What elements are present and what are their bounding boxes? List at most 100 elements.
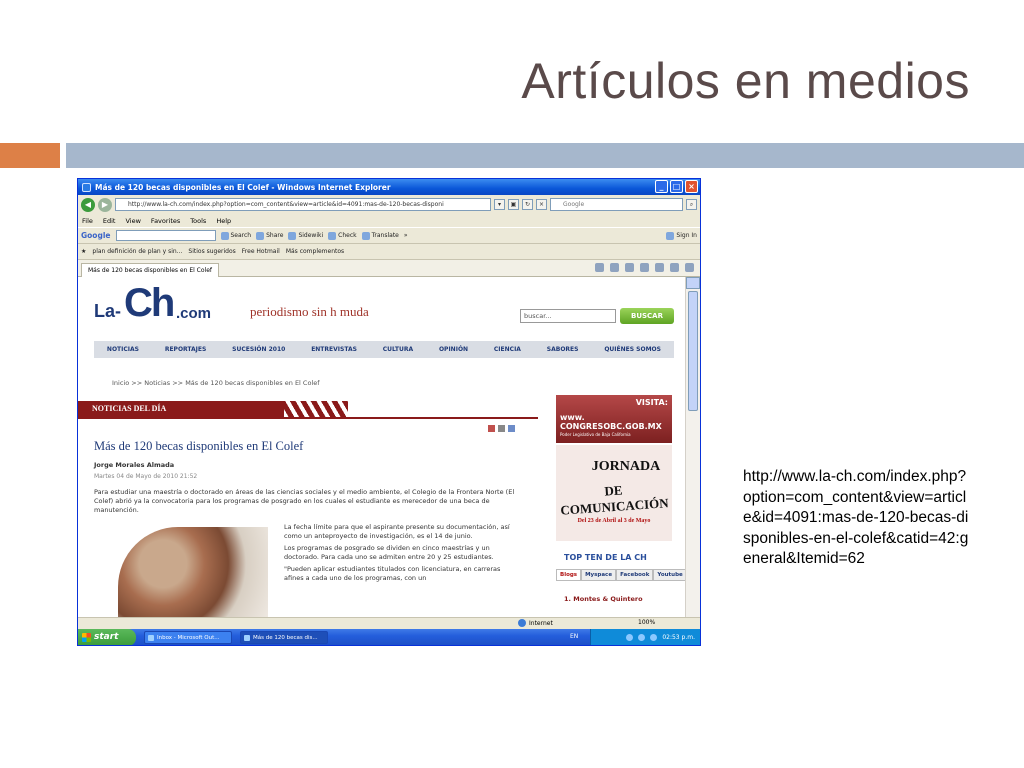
- nav-sucesion[interactable]: SUCESIÓN 2010: [232, 346, 285, 353]
- menu-edit[interactable]: Edit: [103, 217, 116, 225]
- scroll-thumb[interactable]: [688, 291, 698, 411]
- browser-search-input[interactable]: Google: [550, 198, 683, 211]
- toolbar-sidewiki-button[interactable]: Sidewiki: [288, 231, 323, 240]
- section-stripes: [284, 401, 348, 417]
- toolbar-translate-button[interactable]: Translate: [361, 231, 399, 240]
- network-icon[interactable]: [626, 634, 634, 641]
- settings-icon: [666, 231, 675, 240]
- favorite-link-plan[interactable]: plan definición de plan y sin...: [92, 248, 182, 255]
- google-logo: Google: [81, 231, 111, 240]
- tab-blogs[interactable]: Blogs: [556, 569, 582, 581]
- spellcheck-icon: [328, 231, 337, 240]
- menu-help[interactable]: Help: [216, 217, 231, 225]
- email-icon[interactable]: [508, 425, 515, 432]
- print-icon[interactable]: [640, 263, 649, 272]
- back-button[interactable]: ◀: [81, 197, 95, 212]
- search-icon[interactable]: ⌕: [686, 199, 697, 210]
- topten-heading: TOP TEN DE LA CH: [564, 553, 647, 562]
- tab-facebook[interactable]: Facebook: [616, 569, 654, 581]
- page-icon[interactable]: [655, 263, 664, 272]
- start-button[interactable]: start: [78, 629, 136, 645]
- nav-quienes-somos[interactable]: QUIÉNES SOMOS: [604, 346, 661, 353]
- tab-current[interactable]: Más de 120 becas disponibles en El Colef: [81, 262, 220, 277]
- stop-button[interactable]: ×: [536, 199, 547, 210]
- minimize-button[interactable]: _: [655, 180, 668, 193]
- language-indicator[interactable]: EN: [570, 633, 578, 640]
- nav-noticias[interactable]: NOTICIAS: [107, 346, 139, 353]
- taskbar-item-browser[interactable]: Más de 120 becas dis...: [240, 631, 328, 644]
- nav-entrevistas[interactable]: ENTREVISTAS: [311, 346, 357, 353]
- browser-window: Más de 120 becas disponibles en El Colef…: [77, 178, 701, 646]
- translate-icon: [361, 231, 370, 240]
- mail-icon[interactable]: [625, 263, 634, 272]
- site-search-input[interactable]: buscar...: [520, 309, 616, 323]
- taskbar-item-outlook[interactable]: Inbox - Microsoft Out...: [144, 631, 232, 644]
- vertical-scrollbar[interactable]: [685, 277, 700, 617]
- forward-button[interactable]: ▶: [98, 197, 112, 212]
- share-icon: [256, 231, 265, 240]
- pdf-icon[interactable]: [488, 425, 495, 432]
- security-icon[interactable]: [650, 634, 658, 641]
- article-date: Martes 04 de Mayo de 2010 21:52: [94, 473, 198, 480]
- toolbar-check-button[interactable]: Check: [328, 231, 357, 240]
- article-tools: [488, 425, 515, 432]
- breadcrumb[interactable]: Inicio >> Noticias >> Más de 120 becas d…: [112, 379, 320, 387]
- menu-tools[interactable]: Tools: [190, 217, 206, 225]
- globe-icon: [518, 619, 526, 627]
- sidewiki-icon: [288, 231, 297, 240]
- favorite-link-suggested[interactable]: Sitios sugeridos: [188, 248, 235, 255]
- site-search-button[interactable]: BUSCAR: [620, 308, 674, 324]
- favorite-link-hotmail[interactable]: Free Hotmail: [242, 248, 280, 255]
- toolbar-signin-button[interactable]: Sign In: [666, 231, 697, 240]
- nav-opinion[interactable]: OPINIÓN: [439, 346, 468, 353]
- article-author[interactable]: Jorge Morales Almada: [94, 461, 174, 469]
- congreso-banner[interactable]: VISITA: www. CONGRESOBC.GOB.MX Poder Leg…: [556, 395, 672, 443]
- clock[interactable]: 02:53 p.m.: [662, 634, 695, 641]
- nav-sabores[interactable]: SABORES: [547, 346, 579, 353]
- menu-file[interactable]: File: [82, 217, 93, 225]
- close-button[interactable]: ×: [685, 180, 698, 193]
- maximize-button[interactable]: □: [670, 180, 683, 193]
- menu-view[interactable]: View: [125, 217, 140, 225]
- nav-ciencia[interactable]: CIENCIA: [494, 346, 521, 353]
- security-zone: Internet: [518, 619, 553, 627]
- web-page: La- Ch .com periodismo sin h muda buscar…: [78, 277, 687, 617]
- feeds-icon[interactable]: [610, 263, 619, 272]
- print-icon[interactable]: [498, 425, 505, 432]
- menu-favorites[interactable]: Favorites: [151, 217, 180, 225]
- toolbar-share-button[interactable]: Share: [256, 231, 283, 240]
- favorite-link-addons[interactable]: Más complementos: [286, 248, 344, 255]
- volume-icon[interactable]: [638, 634, 646, 641]
- toolbar-search-button[interactable]: Search: [220, 231, 251, 240]
- article-paragraph: Los programas de posgrado se dividen en …: [284, 544, 494, 561]
- nav-cultura[interactable]: CULTURA: [383, 346, 413, 353]
- address-dropdown-button[interactable]: ▾: [494, 199, 505, 210]
- command-bar: [595, 263, 694, 272]
- scroll-up-arrow[interactable]: [686, 277, 700, 289]
- refresh-button[interactable]: ↻: [522, 199, 533, 210]
- tools-icon[interactable]: [670, 263, 679, 272]
- window-title: Más de 120 becas disponibles en El Colef…: [95, 182, 391, 192]
- home-icon[interactable]: [595, 263, 604, 272]
- zoom-level[interactable]: 100%: [638, 619, 655, 626]
- nav-reportajes[interactable]: REPORTAJES: [165, 346, 207, 353]
- slide-title: Artículos en medios: [521, 53, 970, 109]
- article-paragraph: La fecha límite para que el aspirante pr…: [284, 523, 510, 540]
- menu-bar: File Edit View Favorites Tools Help: [78, 214, 700, 227]
- favorites-star-icon[interactable]: ★: [81, 248, 86, 255]
- system-tray: 02:53 p.m.: [590, 629, 700, 645]
- article-body: La fecha límite para que el aspirante pr…: [284, 523, 520, 586]
- blog-tabs: Blogs Myspace Facebook Youtube: [556, 569, 687, 581]
- status-bar: Internet 100%: [78, 617, 700, 629]
- help-icon[interactable]: [685, 263, 694, 272]
- toolbar-search-input[interactable]: [115, 230, 216, 241]
- tab-youtube[interactable]: Youtube: [653, 569, 687, 581]
- tab-myspace[interactable]: Myspace: [581, 569, 617, 581]
- address-input[interactable]: http://www.la-ch.com/index.php?option=co…: [115, 198, 491, 211]
- toolbar-more-button[interactable]: »: [404, 232, 408, 239]
- compatibility-icon[interactable]: ▣: [508, 199, 519, 210]
- ranking-item[interactable]: 1. Montes & Quintero: [564, 595, 643, 603]
- search-icon: [220, 231, 229, 240]
- jornada-banner[interactable]: JORNADA DE COMUNICACIÓN Del 23 de Abril …: [556, 445, 672, 541]
- windows-taskbar: start Inbox - Microsoft Out... Más de 12…: [78, 629, 700, 645]
